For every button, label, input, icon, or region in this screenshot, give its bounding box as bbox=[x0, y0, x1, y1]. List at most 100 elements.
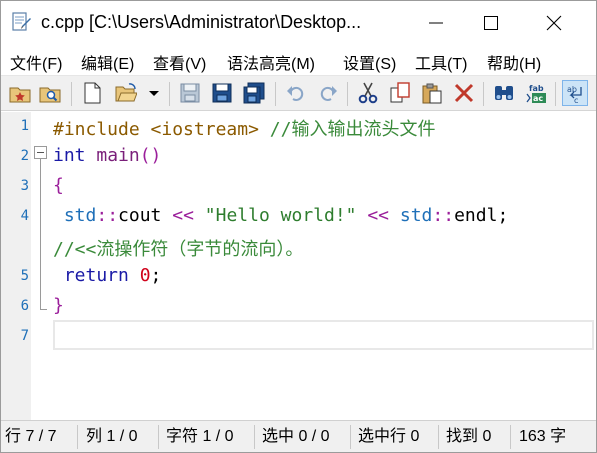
paste-button[interactable] bbox=[419, 80, 445, 106]
find-button[interactable] bbox=[491, 80, 517, 106]
status-separator bbox=[510, 425, 511, 449]
redo-icon bbox=[320, 86, 337, 101]
save-all-button[interactable] bbox=[241, 80, 267, 106]
delete-button[interactable] bbox=[451, 80, 477, 106]
copy-button[interactable] bbox=[387, 80, 413, 106]
replace-button[interactable]: fab ac bbox=[523, 80, 549, 106]
close-button[interactable] bbox=[531, 1, 577, 45]
open-recent-dropdown[interactable] bbox=[145, 80, 163, 106]
undo-icon bbox=[287, 86, 304, 101]
favorites-button[interactable] bbox=[7, 80, 33, 106]
find-folder-icon bbox=[39, 87, 61, 103]
minimize-icon bbox=[429, 22, 443, 24]
toolbar-separator bbox=[347, 82, 348, 106]
maximize-icon bbox=[484, 16, 498, 30]
app-window: c.cpp [C:\Users\Administrator\Desktop...… bbox=[0, 0, 597, 453]
toolbar-separator bbox=[483, 82, 484, 106]
line-number: 3 bbox=[20, 178, 29, 194]
menu-file[interactable]: 文件(F) bbox=[10, 50, 62, 74]
code-token: :: bbox=[96, 205, 119, 226]
code-token: endl bbox=[454, 205, 498, 226]
open-folder-icon bbox=[115, 83, 137, 102]
line-number: 2 bbox=[20, 148, 29, 164]
title-bar[interactable]: c.cpp [C:\Users\Administrator\Desktop... bbox=[1, 1, 596, 45]
toolbar: fab ac ab c bbox=[1, 75, 596, 111]
code-token: //输入输出流头文件 bbox=[269, 119, 436, 140]
fold-guide bbox=[40, 159, 41, 309]
code-token: <iostream> bbox=[150, 119, 259, 140]
status-char: 字符 1 / 0 bbox=[166, 428, 234, 445]
status-separator bbox=[438, 425, 439, 449]
menu-settings[interactable]: 设置(S) bbox=[343, 50, 396, 74]
new-file-button[interactable] bbox=[79, 80, 105, 106]
menu-tools[interactable]: 工具(T) bbox=[415, 50, 467, 74]
find-icon bbox=[495, 86, 513, 100]
svg-text:ac: ac bbox=[533, 94, 543, 103]
save-as-button[interactable] bbox=[209, 80, 235, 106]
menu-help[interactable]: 帮助(H) bbox=[487, 50, 541, 74]
toolbar-separator bbox=[275, 82, 276, 106]
undo-button[interactable] bbox=[283, 80, 309, 106]
cut-button[interactable] bbox=[355, 80, 381, 106]
code-token: #include bbox=[53, 119, 140, 140]
dropdown-arrow-icon bbox=[149, 91, 159, 96]
status-separator bbox=[350, 425, 351, 449]
code-line[interactable]: //<<流操作符（字节的流向）。 bbox=[53, 235, 303, 261]
status-separator bbox=[254, 425, 255, 449]
code-token: std bbox=[399, 205, 433, 226]
code-line[interactable]: #include <iostream> //输入输出流头文件 bbox=[53, 115, 435, 141]
menu-syntax[interactable]: 语法高亮(M) bbox=[227, 50, 315, 74]
copy-icon bbox=[390, 82, 410, 103]
minimize-button[interactable] bbox=[413, 1, 459, 45]
code-token: { bbox=[53, 175, 64, 196]
status-separator bbox=[77, 425, 78, 449]
menu-view[interactable]: 查看(V) bbox=[153, 50, 206, 74]
app-icon bbox=[10, 11, 32, 33]
code-token: << bbox=[172, 205, 194, 226]
status-found: 找到 0 bbox=[446, 428, 492, 445]
delete-icon bbox=[454, 83, 474, 103]
code-token: << bbox=[367, 205, 390, 226]
find-in-folder-button[interactable] bbox=[37, 80, 63, 106]
code-token: //<<流操作符（字节的流向）。 bbox=[53, 239, 304, 260]
line-number: 4 bbox=[20, 208, 29, 224]
replace-icon: fab ac bbox=[526, 84, 546, 103]
cut-icon bbox=[358, 82, 378, 104]
code-editor[interactable]: 1 2 3 4 5 6 7 #include <iostream> //输入输出… bbox=[1, 112, 596, 420]
code-token: main bbox=[96, 145, 140, 166]
code-token: 0 bbox=[139, 265, 151, 286]
close-icon bbox=[546, 15, 562, 31]
status-separator bbox=[158, 425, 159, 449]
toolbar-separator bbox=[169, 82, 170, 106]
menu-edit[interactable]: 编辑(E) bbox=[81, 50, 134, 74]
fold-toggle-icon[interactable] bbox=[34, 146, 47, 159]
code-token: return bbox=[53, 265, 129, 286]
redo-button[interactable] bbox=[315, 80, 341, 106]
line-number-gutter[interactable]: 1 2 3 4 5 6 7 bbox=[1, 112, 31, 420]
word-wrap-icon: ab c bbox=[567, 85, 582, 105]
code-line[interactable]: return 0; bbox=[53, 265, 162, 286]
line-number: 1 bbox=[20, 118, 29, 134]
toolbar-separator bbox=[555, 82, 556, 106]
code-token: int bbox=[53, 145, 86, 166]
status-bar: 行 7 / 7 列 1 / 0 字符 1 / 0 选中 0 / 0 选中行 0 … bbox=[1, 420, 596, 452]
code-line[interactable]: { bbox=[53, 175, 64, 196]
status-char-count: 163 字 bbox=[519, 428, 567, 445]
maximize-button[interactable] bbox=[468, 1, 514, 45]
code-line[interactable]: std::cout << "Hello world!" << std::endl… bbox=[53, 205, 508, 226]
code-line[interactable]: int main() bbox=[53, 145, 161, 166]
status-selected-lines: 选中行 0 bbox=[358, 428, 420, 445]
svg-text:ab: ab bbox=[567, 85, 577, 94]
word-wrap-toggle[interactable]: ab c bbox=[562, 80, 588, 106]
code-token: std bbox=[53, 205, 97, 226]
save-as-icon bbox=[212, 83, 232, 103]
save-button[interactable] bbox=[177, 80, 203, 106]
open-file-button[interactable] bbox=[113, 80, 139, 106]
fold-guide-end bbox=[40, 309, 47, 310]
code-line[interactable]: } bbox=[53, 295, 64, 316]
code-token: ; bbox=[150, 265, 162, 286]
